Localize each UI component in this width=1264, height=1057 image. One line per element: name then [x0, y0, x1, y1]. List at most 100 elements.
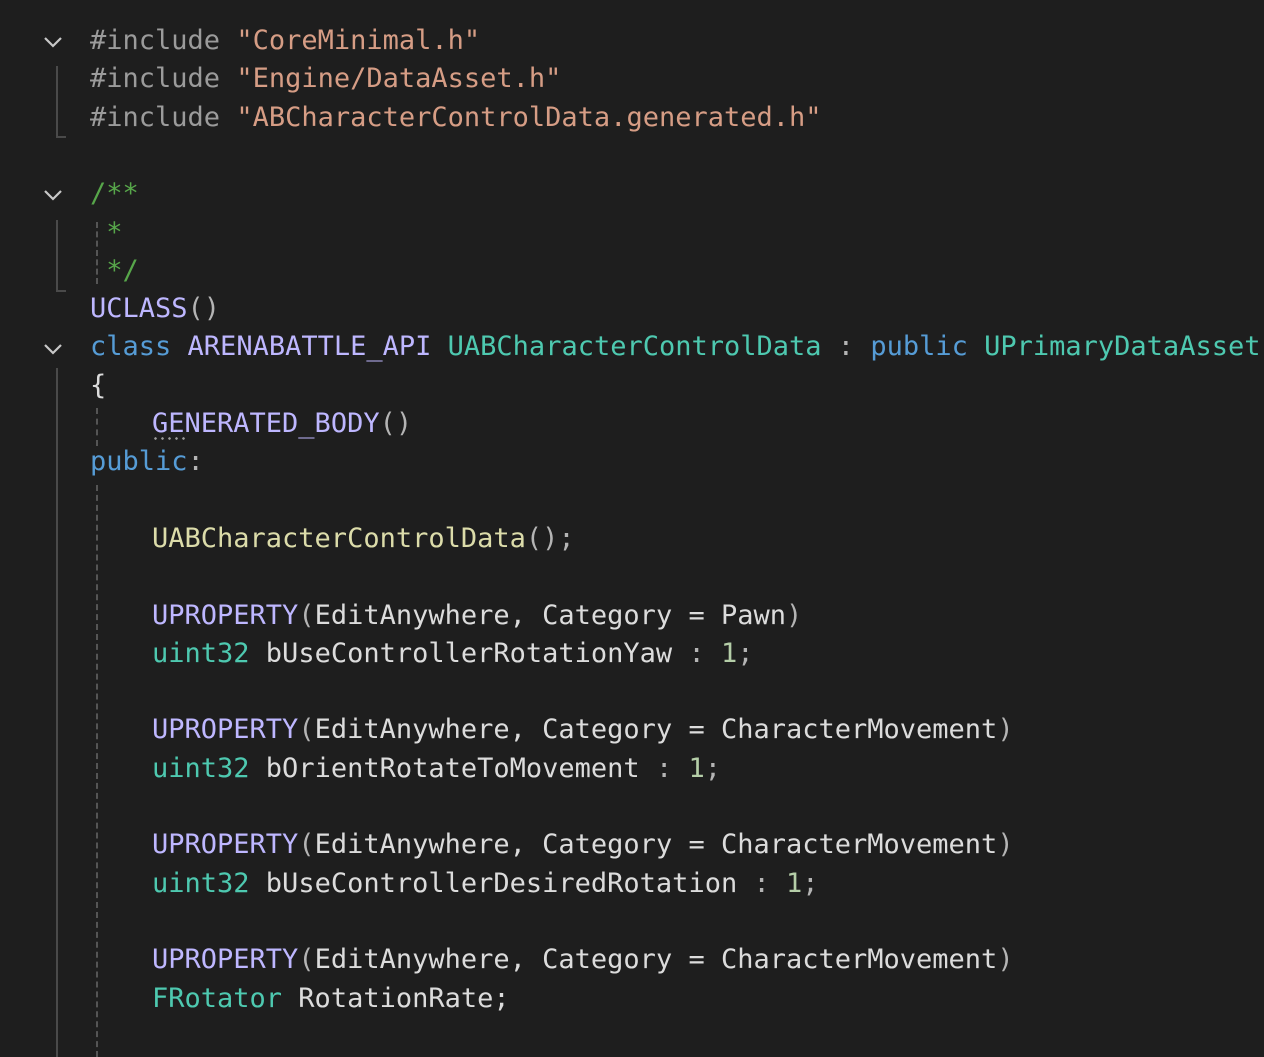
- code-token: UCLASS: [90, 293, 188, 325]
- code-text: {: [90, 367, 106, 405]
- code-token: EditAnywhere, Category = CharacterMoveme…: [314, 944, 998, 976]
- code-token: UABCharacterControlData: [447, 331, 822, 363]
- code-text: class ARENABATTLE_API UABCharacterContro…: [90, 328, 1260, 366]
- code-line[interactable]: UPROPERTY(EditAnywhere, Category = Chara…: [0, 941, 1264, 979]
- code-token: ;: [737, 637, 754, 669]
- code-token: ): [997, 829, 1014, 861]
- code-token: (: [298, 944, 315, 976]
- code-token: 1: [720, 637, 738, 669]
- code-line[interactable]: {: [0, 367, 1264, 405]
- code-text: uint32 bOrientRotateToMovement : 1;: [152, 750, 721, 788]
- code-line[interactable]: [0, 673, 1264, 711]
- code-text: uint32 bUseControllerRotationYaw : 1;: [152, 635, 754, 673]
- code-token: ): [997, 944, 1014, 976]
- code-token: EditAnywhere, Category = CharacterMoveme…: [314, 829, 998, 861]
- code-token: FRotator: [152, 982, 283, 1014]
- code-token: UPrimaryDataAsset: [984, 331, 1261, 363]
- code-token: (: [298, 599, 315, 631]
- code-text: */: [90, 252, 139, 290]
- code-token: ();: [525, 522, 575, 554]
- code-token: (: [298, 714, 315, 746]
- code-token: UPROPERTY: [152, 944, 299, 976]
- code-line[interactable]: FRotator RotationRate;: [0, 980, 1264, 1018]
- code-line[interactable]: uint32 bOrientRotateToMovement : 1;: [0, 750, 1264, 788]
- code-line[interactable]: UPROPERTY(EditAnywhere, Category = Chara…: [0, 826, 1264, 864]
- code-token: :: [753, 867, 786, 899]
- code-token: ): [997, 714, 1014, 746]
- code-token: "CoreMinimal.h": [236, 25, 481, 56]
- code-token: :: [688, 637, 721, 669]
- code-token: 1: [688, 752, 705, 784]
- code-token: EditAnywhere, Category = CharacterMoveme…: [314, 714, 998, 746]
- code-text: FRotator RotationRate;: [152, 980, 510, 1018]
- code-token: */: [90, 254, 139, 286]
- code-token: NERATED_BODY: [184, 408, 380, 439]
- code-token: bUseControllerDesiredRotation: [249, 867, 754, 899]
- code-line[interactable]: /**: [0, 175, 1264, 213]
- code-token: ): [785, 599, 803, 631]
- code-token: UPROPERTY: [152, 829, 299, 861]
- code-token: :: [655, 752, 689, 784]
- code-token: bUseControllerRotationYaw: [249, 637, 689, 669]
- code-token: "ABCharacterControlData.generated.h": [236, 101, 822, 133]
- code-token: (): [187, 293, 221, 325]
- code-line[interactable]: public:: [0, 443, 1264, 481]
- code-token: EditAnywhere, Category = Pawn: [314, 599, 786, 631]
- code-line[interactable]: #include "CoreMinimal.h": [0, 22, 1264, 60]
- code-text: UCLASS(): [90, 290, 220, 328]
- code-token: /**: [90, 178, 139, 210]
- code-token: UPROPERTY: [152, 599, 299, 631]
- code-token: "Engine/DataAsset.h": [236, 63, 562, 95]
- code-line[interactable]: uint32 bUseControllerDesiredRotation : 1…: [0, 865, 1264, 903]
- code-line[interactable]: GENERATED_BODY(): [0, 405, 1264, 443]
- code-token: #include: [90, 25, 237, 56]
- code-line[interactable]: uint32 bUseControllerRotationYaw : 1;: [0, 635, 1264, 673]
- code-text: UPROPERTY(EditAnywhere, Category = Chara…: [152, 711, 1014, 749]
- code-line[interactable]: [0, 788, 1264, 826]
- code-line[interactable]: [0, 903, 1264, 941]
- code-token: :: [821, 331, 871, 363]
- code-token: class: [90, 331, 172, 363]
- code-line[interactable]: */: [0, 252, 1264, 290]
- code-text: UPROPERTY(EditAnywhere, Category = Chara…: [152, 941, 1014, 979]
- code-token: #include: [90, 63, 237, 95]
- code-text: GENERATED_BODY(): [152, 405, 412, 443]
- code-editor[interactable]: #include "CoreMinimal.h" #include "Engine…: [0, 0, 1264, 1057]
- code-token: GE: [152, 408, 185, 441]
- code-token: #include: [90, 101, 237, 133]
- code-text: #include "ABCharacterControlData.generat…: [90, 99, 822, 137]
- code-line[interactable]: [0, 482, 1264, 520]
- code-token: uint32: [152, 637, 250, 669]
- code-line[interactable]: UPROPERTY(EditAnywhere, Category = Chara…: [0, 711, 1264, 749]
- code-token: {: [90, 369, 107, 401]
- code-line[interactable]: UABCharacterControlData();: [0, 520, 1264, 558]
- code-token: uint32: [152, 867, 250, 899]
- code-text: #include "CoreMinimal.h": [90, 22, 480, 60]
- code-text: public:: [90, 443, 204, 481]
- code-line[interactable]: [0, 137, 1264, 175]
- code-line[interactable]: #include "Engine/DataAsset.h": [0, 60, 1264, 98]
- code-token: ARENABATTLE_API: [187, 331, 432, 363]
- code-token: bOrientRotateToMovement: [249, 752, 656, 784]
- code-text: UABCharacterControlData();: [152, 520, 575, 558]
- code-line[interactable]: #include "ABCharacterControlData.generat…: [0, 99, 1264, 137]
- code-text: uint32 bUseControllerDesiredRotation : 1…: [152, 865, 819, 903]
- code-line[interactable]: class ARENABATTLE_API UABCharacterContro…: [0, 328, 1264, 366]
- code-line[interactable]: *: [0, 214, 1264, 252]
- code-text: UPROPERTY(EditAnywhere, Category = Chara…: [152, 826, 1014, 864]
- code-token: public: [90, 446, 188, 478]
- code-line[interactable]: [0, 1018, 1264, 1056]
- code-text: *: [90, 214, 122, 252]
- code-line[interactable]: UCLASS(): [0, 290, 1264, 328]
- code-line[interactable]: UPROPERTY(EditAnywhere, Category = Pawn): [0, 597, 1264, 635]
- code-token: (: [298, 829, 315, 861]
- code-line[interactable]: [0, 558, 1264, 596]
- code-text: #include "Engine/DataAsset.h": [90, 60, 561, 98]
- code-token: ;: [802, 867, 819, 899]
- code-text: UPROPERTY(EditAnywhere, Category = Pawn): [152, 597, 802, 635]
- code-token: UPROPERTY: [152, 714, 299, 746]
- code-token: RotationRate;: [282, 982, 510, 1014]
